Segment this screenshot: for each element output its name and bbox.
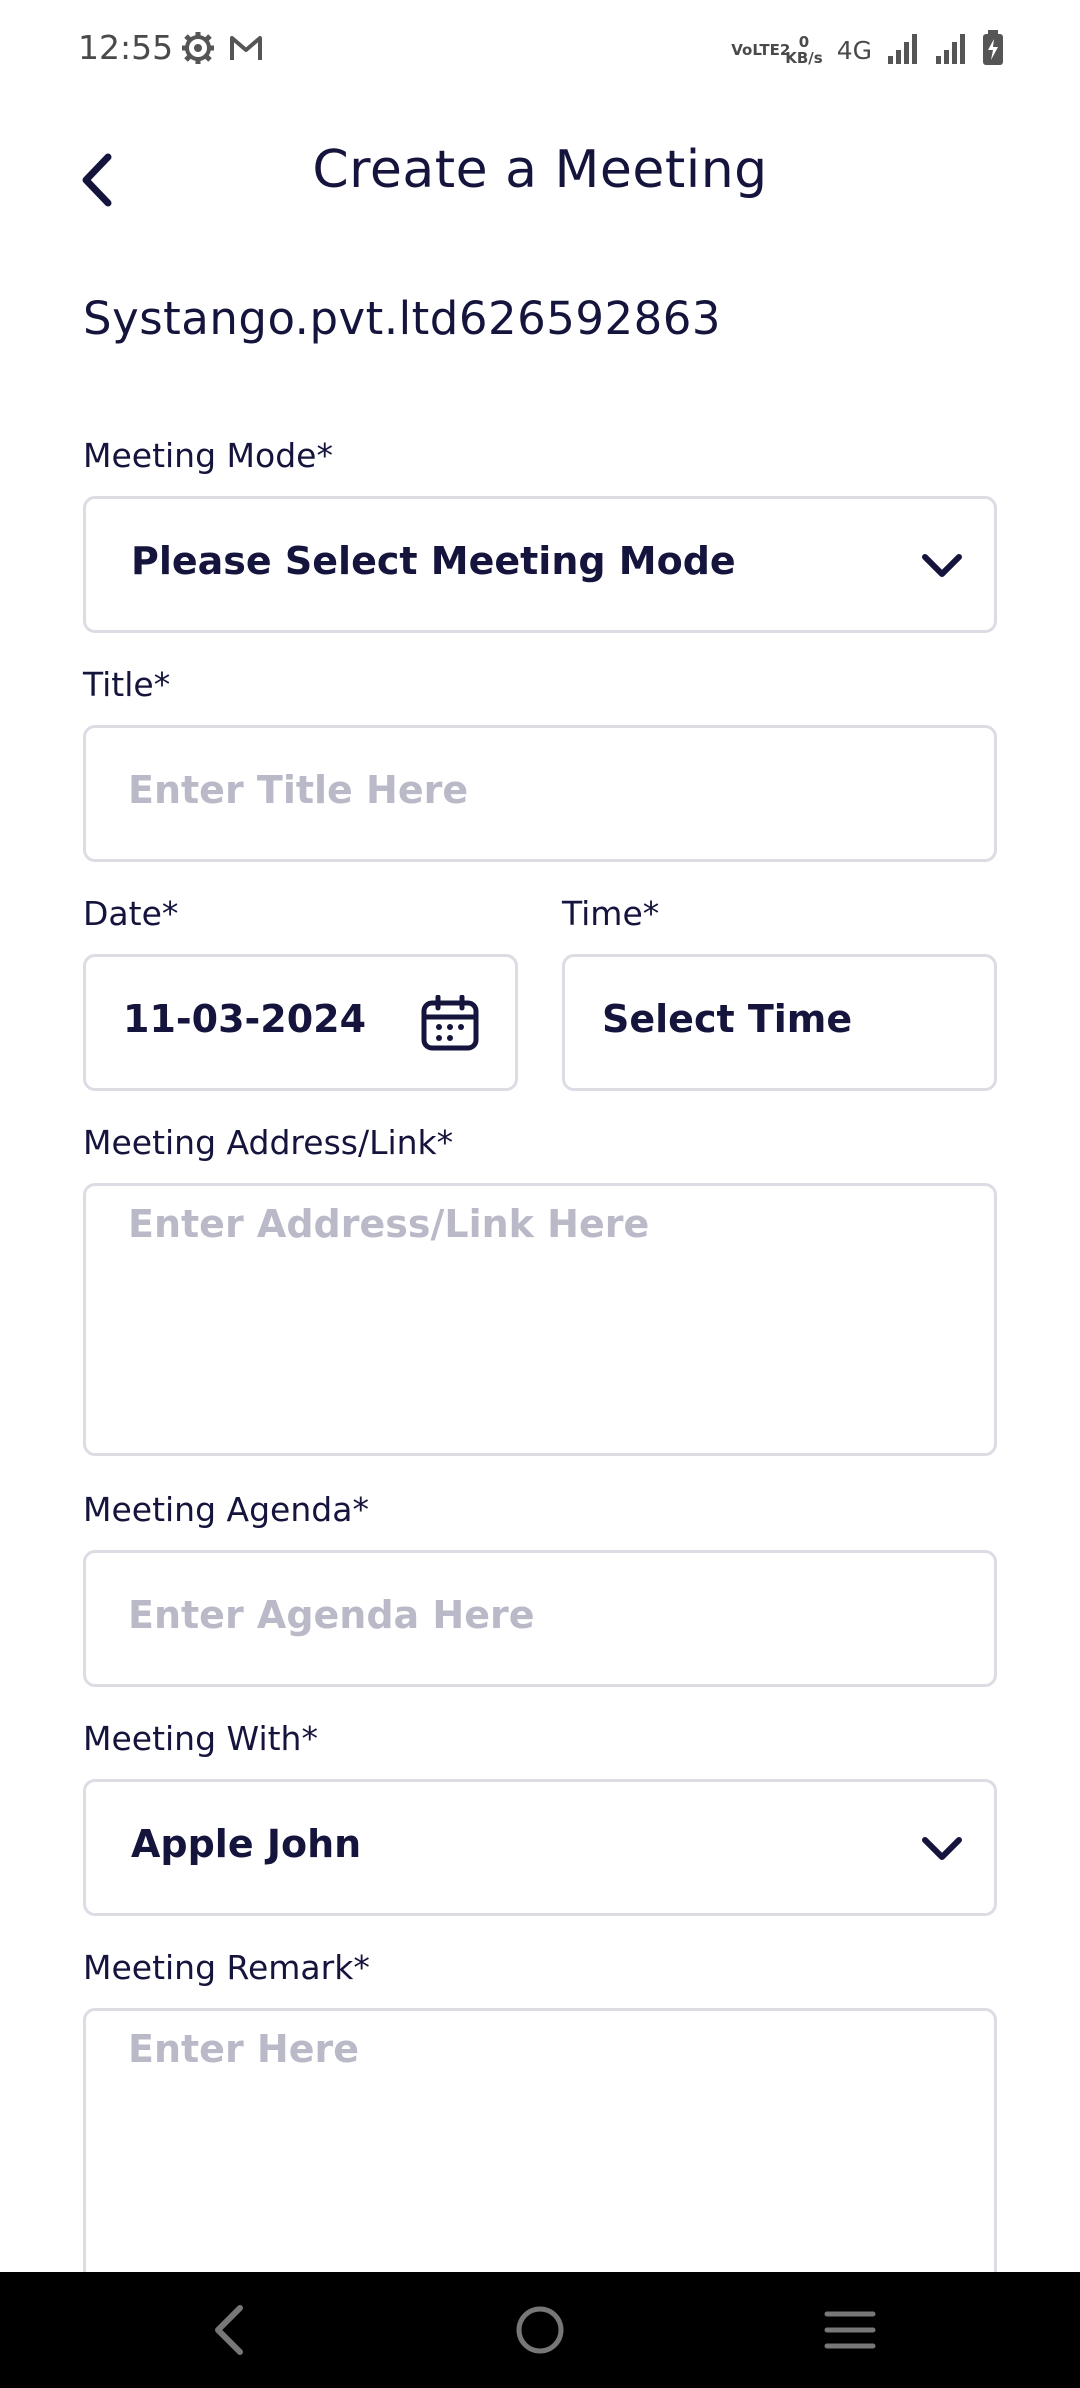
- meeting-with-dropdown[interactable]: Apple John: [83, 1779, 997, 1916]
- calendar-icon: [421, 994, 479, 1050]
- time-label: Time*: [562, 894, 660, 933]
- back-icon: [215, 2305, 243, 2355]
- data-rate: 0 KB/s: [785, 33, 823, 67]
- address-label: Meeting Address/Link*: [83, 1123, 454, 1162]
- date-value: 11-03-2024: [123, 997, 367, 1041]
- meeting-mode-dropdown[interactable]: Please Select Meeting Mode: [83, 496, 997, 633]
- signal-icon: [886, 32, 920, 68]
- nav-back-button[interactable]: [198, 2300, 258, 2360]
- battery-icon: [982, 30, 1004, 70]
- address-placeholder: Enter Address/Link Here: [128, 1202, 650, 1246]
- status-time: 12:55: [78, 28, 174, 67]
- meeting-with-value: Apple John: [131, 1822, 362, 1866]
- title-label: Title*: [83, 665, 171, 704]
- network-type: 4G: [836, 35, 872, 65]
- remark-textarea[interactable]: Enter Here: [83, 2008, 997, 2308]
- chevron-down-icon: [922, 553, 962, 577]
- date-picker[interactable]: 11-03-2024: [83, 954, 518, 1091]
- agenda-placeholder: Enter Agenda Here: [128, 1593, 535, 1637]
- meeting-with-label: Meeting With*: [83, 1719, 318, 1758]
- meeting-mode-value: Please Select Meeting Mode: [131, 539, 736, 583]
- title-input[interactable]: Enter Title Here: [83, 725, 997, 862]
- meeting-mode-label: Meeting Mode*: [83, 436, 333, 475]
- volte-indicator: VoLTE2: [731, 41, 791, 59]
- address-textarea[interactable]: Enter Address/Link Here: [83, 1183, 997, 1456]
- remark-placeholder: Enter Here: [128, 2027, 360, 2071]
- date-label: Date*: [83, 894, 179, 933]
- signal-icon: [934, 32, 968, 68]
- remark-label: Meeting Remark*: [83, 1948, 370, 1987]
- time-value: Select Time: [602, 997, 853, 1041]
- settings-icon: [180, 30, 216, 70]
- status-right: VoLTE2 0 KB/s 4G: [731, 26, 1004, 74]
- home-icon: [516, 2306, 564, 2354]
- gmail-icon: [228, 30, 264, 70]
- time-picker[interactable]: Select Time: [562, 954, 997, 1091]
- page-title: Create a Meeting: [312, 140, 768, 200]
- nav-recents-button[interactable]: [820, 2300, 880, 2360]
- system-nav-bar: [0, 2272, 1080, 2388]
- organization-name: Systango.pvt.ltd626592863: [83, 292, 722, 345]
- menu-icon: [824, 2311, 876, 2349]
- title-placeholder: Enter Title Here: [128, 768, 469, 812]
- nav-home-button[interactable]: [510, 2300, 570, 2360]
- chevron-down-icon: [922, 1836, 962, 1860]
- agenda-label: Meeting Agenda*: [83, 1490, 369, 1529]
- status-bar: 12:55 VoLTE2 0 KB/s 4G: [0, 0, 1080, 100]
- agenda-input[interactable]: Enter Agenda Here: [83, 1550, 997, 1687]
